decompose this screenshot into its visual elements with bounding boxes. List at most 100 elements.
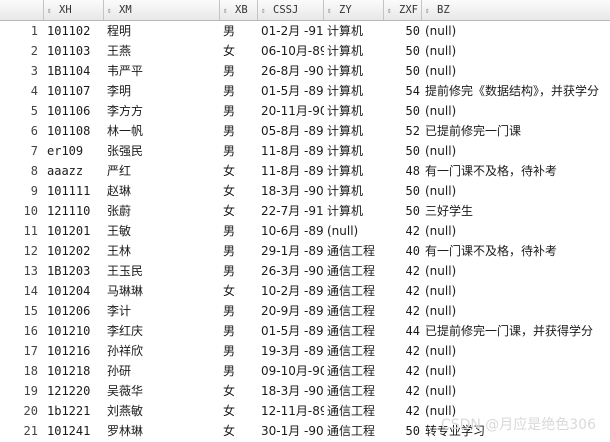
table-row[interactable]: 9 101111 赵琳女 18-3月 -90 计算机 50 (null): [0, 181, 610, 201]
cell-zxf[interactable]: 50: [384, 181, 422, 201]
cell-xh[interactable]: 101201: [44, 221, 104, 241]
cell-xb[interactable]: 女: [220, 381, 258, 401]
table-row[interactable]: 4 101107 李明男 01-5月 -89 计算机 54 提前修完《数据结构》，并获学分: [0, 81, 610, 101]
cell-xm[interactable]: 张蔚: [104, 201, 220, 221]
cell-cssj[interactable]: 01-5月 -89: [258, 321, 324, 341]
table-row[interactable]: 6 101108 林一帆男 05-8月 -89 计算机 52 已提前修完一门课: [0, 121, 610, 141]
cell-xb[interactable]: 男: [220, 101, 258, 121]
cell-bz[interactable]: (null): [422, 221, 610, 241]
cell-xm[interactable]: 李计: [104, 301, 220, 321]
cell-xm[interactable]: 林一帆: [104, 121, 220, 141]
cell-cssj[interactable]: 19-3月 -89: [258, 341, 324, 361]
cell-zxf[interactable]: 44: [384, 321, 422, 341]
cell-xm[interactable]: 张强民: [104, 141, 220, 161]
table-row[interactable]: 10 121110 张蔚女 22-7月 -91 计算机 50 三好学生: [0, 201, 610, 221]
cell-zy[interactable]: (null): [324, 221, 384, 241]
cell-xh[interactable]: 101206: [44, 301, 104, 321]
cell-zy[interactable]: 计算机: [324, 141, 384, 161]
cell-xm[interactable]: 刘燕敏: [104, 401, 220, 421]
cell-xm[interactable]: 严红: [104, 161, 220, 181]
cell-cssj[interactable]: 01-5月 -89: [258, 81, 324, 101]
cell-zxf[interactable]: 50: [384, 61, 422, 81]
cell-xb[interactable]: 男: [220, 81, 258, 101]
cell-xh[interactable]: 101108: [44, 121, 104, 141]
table-row[interactable]: 11 101201 王敏男 10-6月 -89 (null) 42 (null): [0, 221, 610, 241]
column-header-cssj[interactable]: ⇕ CSSJ: [258, 0, 324, 20]
cell-bz[interactable]: (null): [422, 181, 610, 201]
cell-xm[interactable]: 孙研: [104, 361, 220, 381]
cell-xm[interactable]: 罗林琳: [104, 421, 220, 441]
cell-xm[interactable]: 赵琳: [104, 181, 220, 201]
cell-bz[interactable]: 已提前修完一门课: [422, 121, 610, 141]
cell-xb[interactable]: 男: [220, 221, 258, 241]
cell-zy[interactable]: 计算机: [324, 81, 384, 101]
cell-xm[interactable]: 王敏: [104, 221, 220, 241]
cell-xm[interactable]: 马琳琳: [104, 281, 220, 301]
cell-bz[interactable]: 有一门课不及格，待补考: [422, 241, 610, 261]
cell-xb[interactable]: 女: [220, 421, 258, 441]
cell-bz[interactable]: (null): [422, 101, 610, 121]
cell-xb[interactable]: 男: [220, 361, 258, 381]
cell-xh[interactable]: 1B1104: [44, 61, 104, 81]
cell-zxf[interactable]: 54: [384, 81, 422, 101]
cell-xh[interactable]: 101218: [44, 361, 104, 381]
cell-xh[interactable]: 101216: [44, 341, 104, 361]
cell-zy[interactable]: 计算机: [324, 181, 384, 201]
cell-bz[interactable]: (null): [422, 261, 610, 281]
cell-xm[interactable]: 程明: [104, 21, 220, 41]
cell-zxf[interactable]: 42: [384, 301, 422, 321]
cell-bz[interactable]: (null): [422, 381, 610, 401]
cell-xh[interactable]: 101202: [44, 241, 104, 261]
cell-cssj[interactable]: 09-10月-90: [258, 361, 324, 381]
cell-cssj[interactable]: 11-8月 -89: [258, 141, 324, 161]
table-row[interactable]: 14 101204 马琳琳女 10-2月 -89 通信工程 42 (null): [0, 281, 610, 301]
table-row[interactable]: 5 101106 李方方男 20-11月-90 计算机 50 (null): [0, 101, 610, 121]
cell-cssj[interactable]: 01-2月 -91: [258, 21, 324, 41]
cell-xh[interactable]: 1B1203: [44, 261, 104, 281]
cell-xh[interactable]: 101210: [44, 321, 104, 341]
table-row[interactable]: 8 aaazz 严红女 11-8月 -89 计算机 48 有一门课不及格，待补考: [0, 161, 610, 181]
cell-zy[interactable]: 通信工程: [324, 381, 384, 401]
cell-zy[interactable]: 通信工程: [324, 341, 384, 361]
cell-zxf[interactable]: 42: [384, 341, 422, 361]
cell-zy[interactable]: 计算机: [324, 21, 384, 41]
cell-bz[interactable]: 已提前修完一门课，并获得学分: [422, 321, 610, 341]
cell-cssj[interactable]: 10-6月 -89: [258, 221, 324, 241]
cell-xm[interactable]: 李方方: [104, 101, 220, 121]
cell-zxf[interactable]: 42: [384, 281, 422, 301]
table-row[interactable]: 7 er109 张强民男 11-8月 -89 计算机 50 (null): [0, 141, 610, 161]
cell-cssj[interactable]: 11-8月 -89: [258, 161, 324, 181]
cell-xb[interactable]: 女: [220, 281, 258, 301]
column-header-zy[interactable]: ⇕ ZY: [324, 0, 384, 20]
cell-cssj[interactable]: 26-3月 -90: [258, 261, 324, 281]
cell-cssj[interactable]: 20-11月-90: [258, 101, 324, 121]
cell-xh[interactable]: 101103: [44, 41, 104, 61]
table-row[interactable]: 12 101202 王林男 29-1月 -89 通信工程 40 有一门课不及格，待补考: [0, 241, 610, 261]
cell-zxf[interactable]: 48: [384, 161, 422, 181]
cell-xm[interactable]: 李红庆: [104, 321, 220, 341]
cell-xh[interactable]: 101102: [44, 21, 104, 41]
column-header-zxf[interactable]: ⇕ ZXF: [384, 0, 422, 20]
cell-xh[interactable]: 101204: [44, 281, 104, 301]
cell-cssj[interactable]: 06-10月-89: [258, 41, 324, 61]
cell-xb[interactable]: 男: [220, 21, 258, 41]
cell-bz[interactable]: (null): [422, 41, 610, 61]
cell-xb[interactable]: 男: [220, 141, 258, 161]
column-header-xb[interactable]: ⇕ XB: [220, 0, 258, 20]
cell-zy[interactable]: 通信工程: [324, 361, 384, 381]
cell-zy[interactable]: 计算机: [324, 121, 384, 141]
cell-xm[interactable]: 韦严平: [104, 61, 220, 81]
column-header-bz[interactable]: ⇕ BZ: [422, 0, 610, 20]
table-row[interactable]: 13 1B1203 王玉民男 26-3月 -90 通信工程 42 (null): [0, 261, 610, 281]
cell-bz[interactable]: (null): [422, 61, 610, 81]
cell-bz[interactable]: (null): [422, 141, 610, 161]
cell-zy[interactable]: 计算机: [324, 161, 384, 181]
column-header-xh[interactable]: ⇕ XH: [44, 0, 104, 20]
cell-bz[interactable]: (null): [422, 301, 610, 321]
cell-zxf[interactable]: 52: [384, 121, 422, 141]
cell-xb[interactable]: 女: [220, 161, 258, 181]
table-row[interactable]: 2 101103 王燕女 06-10月-89 计算机 50 (null): [0, 41, 610, 61]
cell-xb[interactable]: 男: [220, 341, 258, 361]
cell-xm[interactable]: 孙祥欣: [104, 341, 220, 361]
cell-zxf[interactable]: 42: [384, 401, 422, 421]
